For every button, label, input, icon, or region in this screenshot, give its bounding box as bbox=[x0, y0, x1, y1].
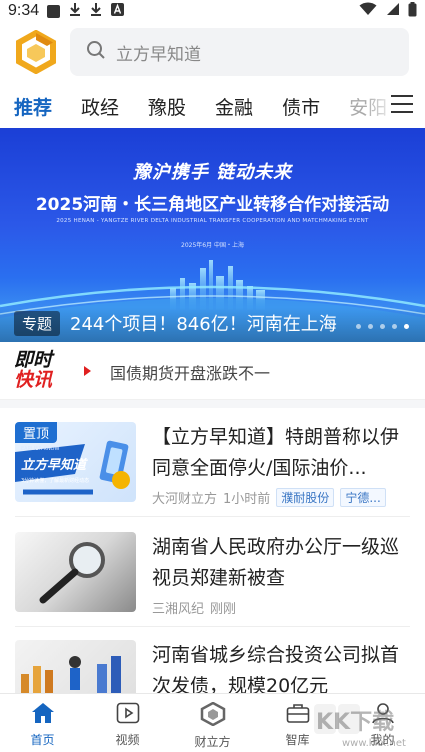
flash-news-text[interactable]: 国债期货开盘涨跌不一 bbox=[110, 360, 270, 384]
thumbnail-title: 立方早知道 bbox=[21, 458, 87, 473]
signal-icon bbox=[385, 2, 400, 20]
list-divider bbox=[15, 516, 410, 517]
thumbnail-subtitle: 3分钟读懂，了解最新财经动态 bbox=[21, 478, 90, 484]
news-thumbnail: 置顶 EARLIER KNOW 立方早知道 3分钟读懂，了解最新财经动态 bbox=[15, 422, 136, 502]
news-title[interactable]: 【立方早知道】特朗普称以伊同意全面停火/国际油价... bbox=[152, 422, 410, 484]
search-bar[interactable]: 立方早知道 bbox=[70, 28, 409, 76]
banner-caption: 244个项目！846亿！河南在上海 bbox=[70, 314, 337, 335]
header: 立方早知道 bbox=[0, 24, 425, 80]
tab-recommend[interactable]: 推荐 bbox=[14, 93, 52, 120]
watermark-text: KK下载 bbox=[316, 710, 395, 735]
flash-logo-line1: 即时 bbox=[14, 349, 53, 371]
news-source: 三湘风纪 bbox=[152, 602, 205, 617]
pagination-dot-active bbox=[404, 324, 409, 329]
nav-think-tank-label: 智库 bbox=[285, 733, 310, 747]
banner-topic-tag: 专题 bbox=[14, 311, 61, 336]
stock-tag[interactable]: 宁德... bbox=[340, 488, 386, 507]
flash-logo-line2: 快讯 bbox=[14, 369, 53, 391]
briefcase-icon bbox=[286, 702, 310, 728]
channel-tabs: 推荐 政经 豫股 金融 债市 安阳 bbox=[0, 84, 425, 128]
magnifier-image bbox=[39, 542, 105, 604]
section-separator bbox=[0, 400, 425, 408]
nav-video-label: 视频 bbox=[115, 733, 140, 747]
kk-download-watermark: KK下载 www.kkx.net bbox=[312, 700, 422, 749]
battery-icon bbox=[408, 1, 417, 21]
banner-date: 2025年6月 中国・上海 bbox=[181, 242, 244, 249]
download-icon bbox=[69, 2, 81, 20]
news-item[interactable]: 湖南省人民政府办公厅一级巡视员郑建新被查 三湘风纪 刚刚 bbox=[0, 532, 425, 628]
cube-logo-icon bbox=[200, 701, 226, 730]
wifi-icon bbox=[359, 2, 377, 20]
banner-pagination bbox=[356, 324, 409, 329]
play-arrow-icon bbox=[84, 366, 91, 376]
news-title[interactable]: 湖南省人民政府办公厅一级巡视员郑建新被查 bbox=[152, 532, 410, 594]
news-meta: 大河财立方 1小时前 濮耐股份 宁德... bbox=[152, 488, 386, 507]
nav-home[interactable]: 首页 bbox=[0, 694, 85, 752]
nav-caili-fang-label: 财立方 bbox=[194, 735, 231, 749]
banner-slogan: 豫沪携手 链动未来 bbox=[132, 162, 293, 183]
tab-henan-stocks[interactable]: 豫股 bbox=[148, 93, 186, 120]
home-icon bbox=[31, 702, 55, 728]
tab-politics-economy[interactable]: 政经 bbox=[81, 93, 119, 120]
search-placeholder: 立方早知道 bbox=[116, 44, 201, 65]
notification-app-icon bbox=[47, 4, 61, 18]
tab-finance[interactable]: 金融 bbox=[215, 93, 253, 120]
app-a-icon bbox=[111, 2, 125, 20]
news-item[interactable]: 河南省城乡综合投资公司拟首次发债，规模20亿元 bbox=[0, 640, 425, 720]
flash-news-logo: 即时 快讯 bbox=[14, 350, 64, 392]
news-item-pinned[interactable]: 置顶 EARLIER KNOW 立方早知道 3分钟读懂，了解最新财经动态 【立方… bbox=[0, 422, 425, 518]
channel-menu-icon[interactable] bbox=[391, 95, 413, 115]
search-icon bbox=[86, 40, 106, 64]
pagination-dot bbox=[356, 324, 361, 329]
pagination-dot bbox=[392, 324, 397, 329]
status-time: 9:34 bbox=[8, 2, 40, 19]
list-divider bbox=[15, 626, 410, 627]
tab-bond-market[interactable]: 债市 bbox=[282, 93, 320, 120]
nav-home-label: 首页 bbox=[30, 733, 55, 747]
pagination-dot bbox=[368, 324, 373, 329]
nav-caili-fang[interactable]: 财立方 bbox=[170, 694, 255, 752]
news-time: 1小时前 bbox=[223, 492, 271, 507]
news-time: 刚刚 bbox=[210, 602, 237, 617]
news-source: 大河财立方 bbox=[152, 492, 218, 507]
banner-subtitle: 2025 HENAN - YANGTZE RIVER DELTA INDUSTR… bbox=[56, 218, 369, 224]
banner-title: 2025河南・长三角地区产业转移合作对接活动 bbox=[35, 195, 390, 215]
nav-video[interactable]: 视频 bbox=[85, 694, 170, 752]
thumbnail-small-caption: EARLIER KNOW bbox=[21, 446, 60, 452]
flash-news-bar[interactable]: 即时 快讯 国债期货开盘涨跌不一 bbox=[0, 342, 425, 400]
pinned-badge: 置顶 bbox=[15, 422, 58, 443]
download-icon bbox=[90, 2, 102, 20]
topic-banner[interactable]: 豫沪携手 链动未来 2025河南・长三角地区产业转移合作对接活动 2025 HE… bbox=[0, 128, 425, 342]
app-logo[interactable] bbox=[14, 29, 58, 75]
pagination-dot bbox=[380, 324, 385, 329]
watermark-url: www.kkx.net bbox=[342, 738, 406, 749]
stock-tag[interactable]: 濮耐股份 bbox=[276, 488, 335, 507]
news-meta: 三湘风纪 刚刚 bbox=[152, 598, 236, 617]
status-bar: 9:34 bbox=[0, 0, 425, 22]
news-thumbnail bbox=[15, 532, 136, 612]
video-icon bbox=[116, 702, 140, 728]
